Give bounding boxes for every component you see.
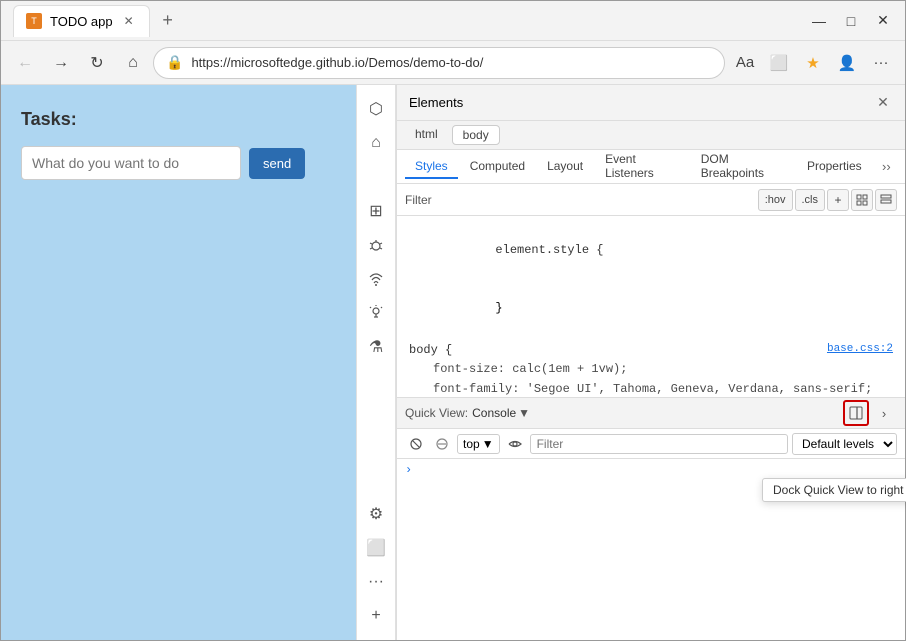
new-tab-button[interactable]: + (154, 7, 182, 35)
quick-view-label: Quick View: (405, 406, 468, 420)
tab-styles[interactable]: Styles (405, 155, 458, 179)
minimize-button[interactable]: — (805, 7, 833, 35)
quick-view-actions: › (843, 400, 897, 426)
todo-input-row: send (21, 146, 336, 180)
experiment-icon[interactable]: ⚗ (360, 331, 392, 363)
bulb-icon[interactable] (360, 297, 392, 329)
nav-actions: Aa ⬜ ★ 👤 ··· (729, 47, 897, 79)
devtools-close-button[interactable]: ✕ (873, 93, 893, 113)
main-area: Tasks: send ⬡ ⌂ ⊞ (1, 85, 905, 640)
todo-input[interactable] (21, 146, 241, 180)
more-quick-view-button[interactable]: › (871, 400, 897, 426)
tab-event-listeners[interactable]: Event Listeners (595, 148, 689, 186)
more-tools-icon[interactable]: ··· (360, 566, 392, 598)
console-filter-input[interactable] (530, 434, 788, 454)
url-text: https://microsoftedge.github.io/Demos/de… (191, 55, 712, 70)
html-tab[interactable]: html (405, 125, 448, 145)
filter-input[interactable] (440, 189, 754, 211)
collections-button[interactable]: ⬜ (763, 47, 795, 79)
tab-favicon: T (26, 13, 42, 29)
more-tabs-button[interactable]: ›› (876, 155, 897, 179)
address-bar[interactable]: 🔒 https://microsoftedge.github.io/Demos/… (153, 47, 725, 79)
filter-bar: Filter :hov .cls + (397, 184, 905, 216)
refresh-button[interactable]: ↻ (81, 47, 113, 79)
hov-button[interactable]: :hov (758, 189, 793, 211)
send-button[interactable]: send (249, 148, 305, 179)
css-font-size: font-size: calc(1em + 1vw); (421, 360, 905, 379)
tab-computed[interactable]: Computed (460, 155, 535, 179)
dock-right-tooltip: Dock Quick View to right (762, 478, 906, 502)
tab-close-button[interactable]: ✕ (121, 13, 137, 29)
profile-button[interactable]: 👤 (831, 47, 863, 79)
eye-icon-button[interactable] (504, 433, 526, 455)
inspect-icon[interactable]: ⬡ (360, 93, 392, 125)
add-style-button[interactable]: + (827, 189, 849, 211)
wifi-icon[interactable] (360, 263, 392, 295)
body-base-css-block: body { base.css:2 font-size: calc(1em + … (397, 339, 905, 397)
devtools-title: Elements (409, 95, 873, 110)
css-font-family: font-family: 'Segoe UI', Tahoma, Geneva,… (421, 380, 905, 398)
nav-bar: ← → ↻ ⌂ 🔒 https://microsoftedge.github.i… (1, 41, 905, 85)
add-tool-button[interactable]: + (360, 600, 392, 632)
element-style-block: element.style { } (397, 220, 905, 339)
layers-icon[interactable]: ⊞ (360, 195, 392, 227)
favorites-button[interactable]: ★ (797, 47, 829, 79)
page-icon[interactable]: ⬜ (360, 532, 392, 564)
browser-window: T TODO app ✕ + — □ ✕ ← → ↻ ⌂ 🔒 https://m… (0, 0, 906, 641)
browser-tab[interactable]: T TODO app ✕ (13, 5, 150, 37)
filter-actions: :hov .cls + (758, 189, 897, 211)
lock-icon: 🔒 (166, 54, 183, 71)
css-element-style-close: } (397, 280, 905, 338)
close-button[interactable]: ✕ (869, 7, 897, 35)
devtools-panel: Elements ✕ html body Styles Computed Lay… (396, 85, 905, 640)
console-toolbar: top ▼ Default levels (397, 429, 905, 459)
code-icon[interactable] (360, 161, 392, 193)
css-element-style-selector: element.style { (397, 222, 905, 280)
settings-icon[interactable]: ⚙ (360, 498, 392, 530)
frame-chevron: ▼ (482, 437, 494, 451)
bug-icon[interactable] (360, 229, 392, 261)
devtools-header: Elements ✕ (397, 85, 905, 121)
tab-dom-breakpoints[interactable]: DOM Breakpoints (691, 148, 795, 186)
tab-title: TODO app (50, 14, 113, 29)
tab-properties[interactable]: Properties (797, 155, 872, 179)
more-button[interactable]: ··· (865, 47, 897, 79)
top-text: top (463, 437, 480, 451)
home-button[interactable]: ⌂ (117, 47, 149, 79)
quick-view-console: Console (472, 406, 516, 420)
home-icon[interactable]: ⌂ (360, 127, 392, 159)
maximize-button[interactable]: □ (837, 7, 865, 35)
quick-view-chevron[interactable]: ▼ (518, 406, 530, 420)
dock-right-button[interactable] (843, 400, 869, 426)
css-content: element.style { } body { base.css:2 font… (397, 216, 905, 397)
style-action-1[interactable] (851, 189, 873, 211)
base-css-link[interactable]: base.css:2 (827, 341, 893, 360)
quick-view-bar: Quick View: Console ▼ › (397, 397, 905, 429)
title-bar: T TODO app ✕ + — □ ✕ (1, 1, 905, 41)
frame-selector[interactable]: top ▼ (457, 434, 500, 454)
tasks-label: Tasks: (21, 109, 336, 130)
body-base-css-selector: body { base.css:2 (397, 341, 905, 360)
reader-view-button[interactable]: Aa (729, 47, 761, 79)
filter-label: Filter (405, 193, 432, 207)
window-controls: — □ ✕ (805, 7, 897, 35)
forward-button[interactable]: → (45, 47, 77, 79)
back-button[interactable]: ← (9, 47, 41, 79)
devtools-sidebar: ⬡ ⌂ ⊞ (356, 85, 396, 640)
cls-button[interactable]: .cls (795, 189, 826, 211)
console-prompt[interactable]: › (405, 463, 412, 477)
no-entry-button[interactable] (431, 433, 453, 455)
devtools-tabs: Styles Computed Layout Event Listeners D… (397, 150, 905, 184)
source-tabs: html body (397, 121, 905, 150)
style-action-2[interactable] (875, 189, 897, 211)
page-content: Tasks: send (1, 85, 356, 640)
tab-layout[interactable]: Layout (537, 155, 593, 179)
body-tab[interactable]: body (452, 125, 500, 145)
clear-console-button[interactable] (405, 433, 427, 455)
log-level-selector[interactable]: Default levels (792, 433, 897, 455)
